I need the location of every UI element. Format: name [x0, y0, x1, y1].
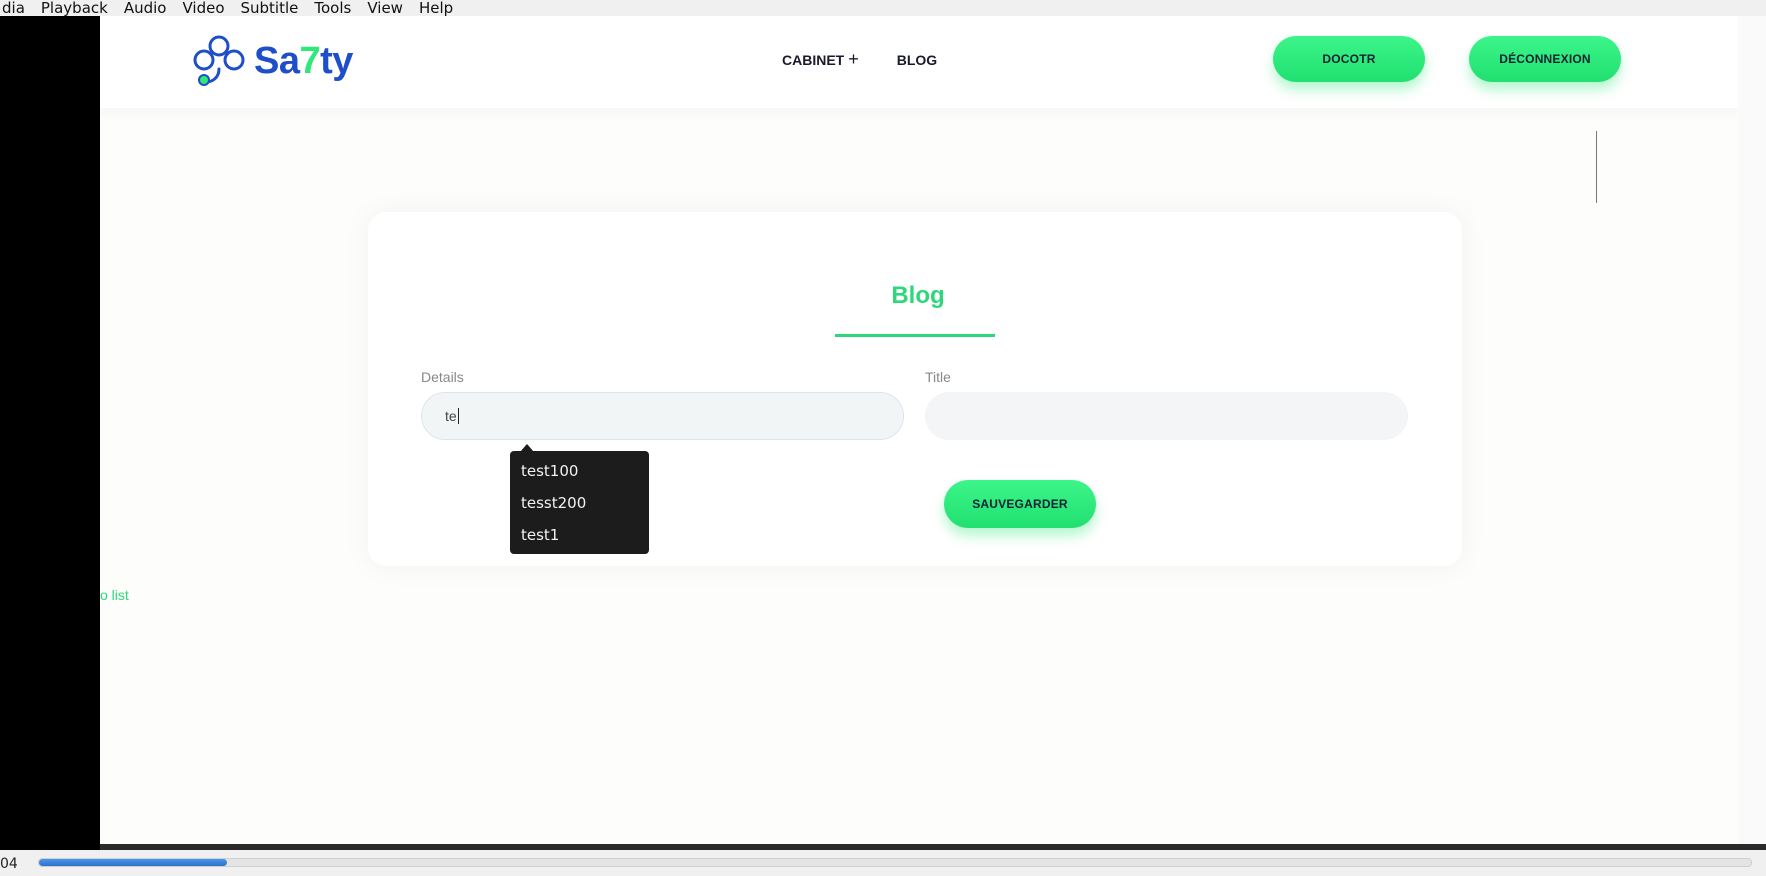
- form-title: Blog: [891, 282, 945, 309]
- menu-help[interactable]: Help: [411, 0, 461, 16]
- seek-bar[interactable]: [38, 858, 1752, 867]
- autocomplete-option[interactable]: tesst200: [510, 491, 649, 523]
- autocomplete-dropdown: test100 tesst200 test1: [510, 451, 649, 554]
- seek-progress: [39, 859, 228, 866]
- menu-playback[interactable]: Playback: [33, 0, 116, 16]
- divider-line: [1596, 131, 1597, 203]
- menu-view[interactable]: View: [359, 0, 411, 16]
- title-underline: [835, 334, 995, 337]
- autocomplete-option[interactable]: test1: [510, 523, 649, 555]
- autocomplete-option[interactable]: test100: [510, 459, 649, 491]
- plus-icon: +: [848, 49, 859, 69]
- video-letterbox-left: [0, 16, 100, 844]
- doctor-button[interactable]: DOCOTR: [1273, 36, 1425, 82]
- site-logo[interactable]: Sa7ty: [188, 32, 353, 90]
- logo-text: Sa7ty: [254, 39, 353, 82]
- menu-video[interactable]: Video: [174, 0, 232, 16]
- save-button[interactable]: SAUVEGARDER: [944, 480, 1096, 528]
- site-header: Sa7ty CABINET + BLOG DOCOTR DÉCONNEXION: [100, 16, 1738, 108]
- title-input[interactable]: [925, 392, 1408, 440]
- title-label: Title: [925, 369, 951, 385]
- logout-button[interactable]: DÉCONNEXION: [1469, 36, 1621, 82]
- nav-cabinet[interactable]: CABINET +: [782, 49, 859, 69]
- menu-audio[interactable]: Audio: [116, 0, 175, 16]
- details-value: te: [445, 408, 457, 424]
- main-nav: CABINET + BLOG: [782, 49, 937, 69]
- player-controls: 04: [0, 850, 1766, 876]
- text-caret: [457, 408, 459, 424]
- video-letterbox-right: [1738, 16, 1766, 844]
- player-menubar: dia Playback Audio Video Subtitle Tools …: [0, 0, 1766, 16]
- menu-tools[interactable]: Tools: [306, 0, 359, 16]
- menu-subtitle[interactable]: Subtitle: [233, 0, 307, 16]
- back-to-list-link[interactable]: o list: [100, 587, 129, 603]
- nav-blog[interactable]: BLOG: [897, 52, 937, 68]
- video-frame: Sa7ty CABINET + BLOG DOCOTR DÉCONNEXION B…: [100, 16, 1738, 844]
- details-label: Details: [421, 369, 464, 385]
- details-input[interactable]: te: [421, 392, 904, 440]
- elapsed-time: 04: [0, 856, 18, 872]
- stethoscope-clover-icon: [193, 35, 245, 86]
- menu-media[interactable]: dia: [0, 0, 33, 16]
